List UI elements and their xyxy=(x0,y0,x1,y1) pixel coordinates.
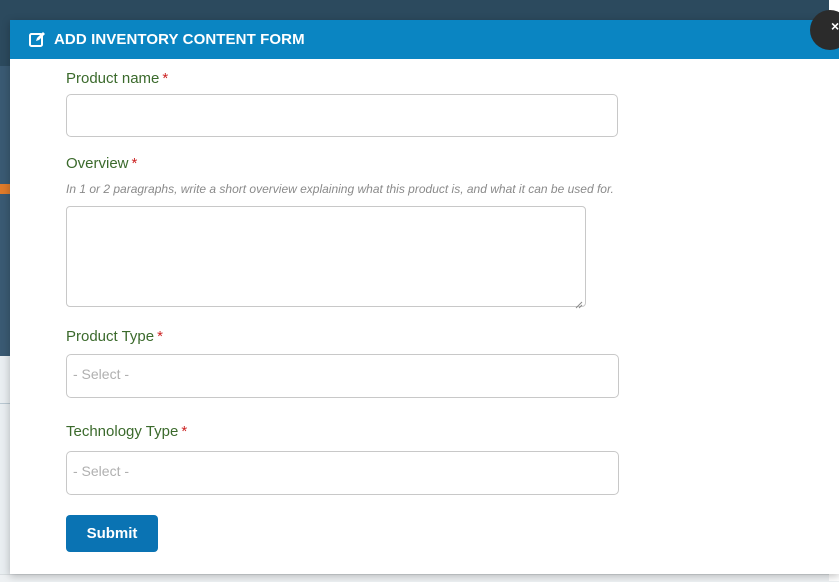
product-type-selected: - Select - xyxy=(73,366,130,382)
product-type-label: Product Type * xyxy=(66,328,163,345)
submit-button[interactable]: Submit xyxy=(66,515,158,552)
required-marker: * xyxy=(157,328,163,345)
inventory-form-modal: ADD INVENTORY CONTENT FORM Product name *… xyxy=(10,10,839,574)
product-type-select[interactable]: - Select - xyxy=(66,354,619,398)
product-name-label: Product name * xyxy=(66,70,169,87)
overview-label: Overview * xyxy=(66,155,138,172)
backdrop-panel xyxy=(0,356,10,581)
overview-textarea[interactable] xyxy=(66,206,586,309)
close-icon: × xyxy=(831,18,839,34)
technology-type-selected: - Select - xyxy=(73,463,130,479)
product-name-input[interactable] xyxy=(66,94,618,137)
modal-header: ADD INVENTORY CONTENT FORM xyxy=(10,20,839,59)
edit-icon xyxy=(29,31,46,48)
required-marker: * xyxy=(181,423,188,440)
technology-type-label: Technology Type * xyxy=(66,423,188,440)
backdrop-sidebar xyxy=(0,66,10,356)
backdrop-divider xyxy=(0,403,10,404)
backdrop-accent xyxy=(0,184,10,194)
modal-title: ADD INVENTORY CONTENT FORM xyxy=(54,31,305,48)
technology-type-select[interactable]: - Select - xyxy=(66,451,619,495)
resize-grip-icon[interactable] xyxy=(575,296,583,309)
overview-helper-text: In 1 or 2 paragraphs, write a short over… xyxy=(66,182,614,196)
required-marker: * xyxy=(162,70,169,87)
required-marker: * xyxy=(131,155,138,172)
